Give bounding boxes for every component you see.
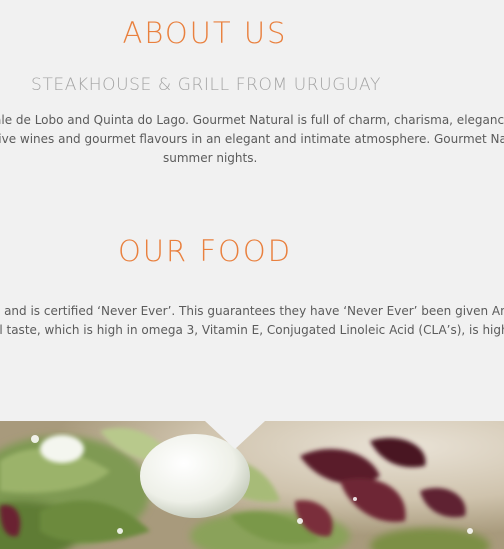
about-title: ABOUT US — [122, 16, 288, 50]
page: ABOUT US STEAKHOUSE & GRILL FROM URUGUAY… — [0, 0, 504, 549]
food-text-line: s and is certified ‘Never Ever’. This gu… — [0, 304, 504, 318]
about-text-line: summer nights. — [163, 151, 258, 165]
about-text-line: ale de Lobo and Quinta do Lago. Gourmet … — [0, 113, 504, 127]
food-text-line: al taste, which is high in omega 3, Vita… — [0, 323, 504, 337]
section-notch — [205, 421, 265, 449]
about-subtitle: STEAKHOUSE & GRILL FROM URUGUAY — [31, 75, 381, 95]
about-text-line: sive wines and gourmet flavours in an el… — [0, 132, 504, 146]
food-title: OUR FOOD — [117, 234, 293, 268]
